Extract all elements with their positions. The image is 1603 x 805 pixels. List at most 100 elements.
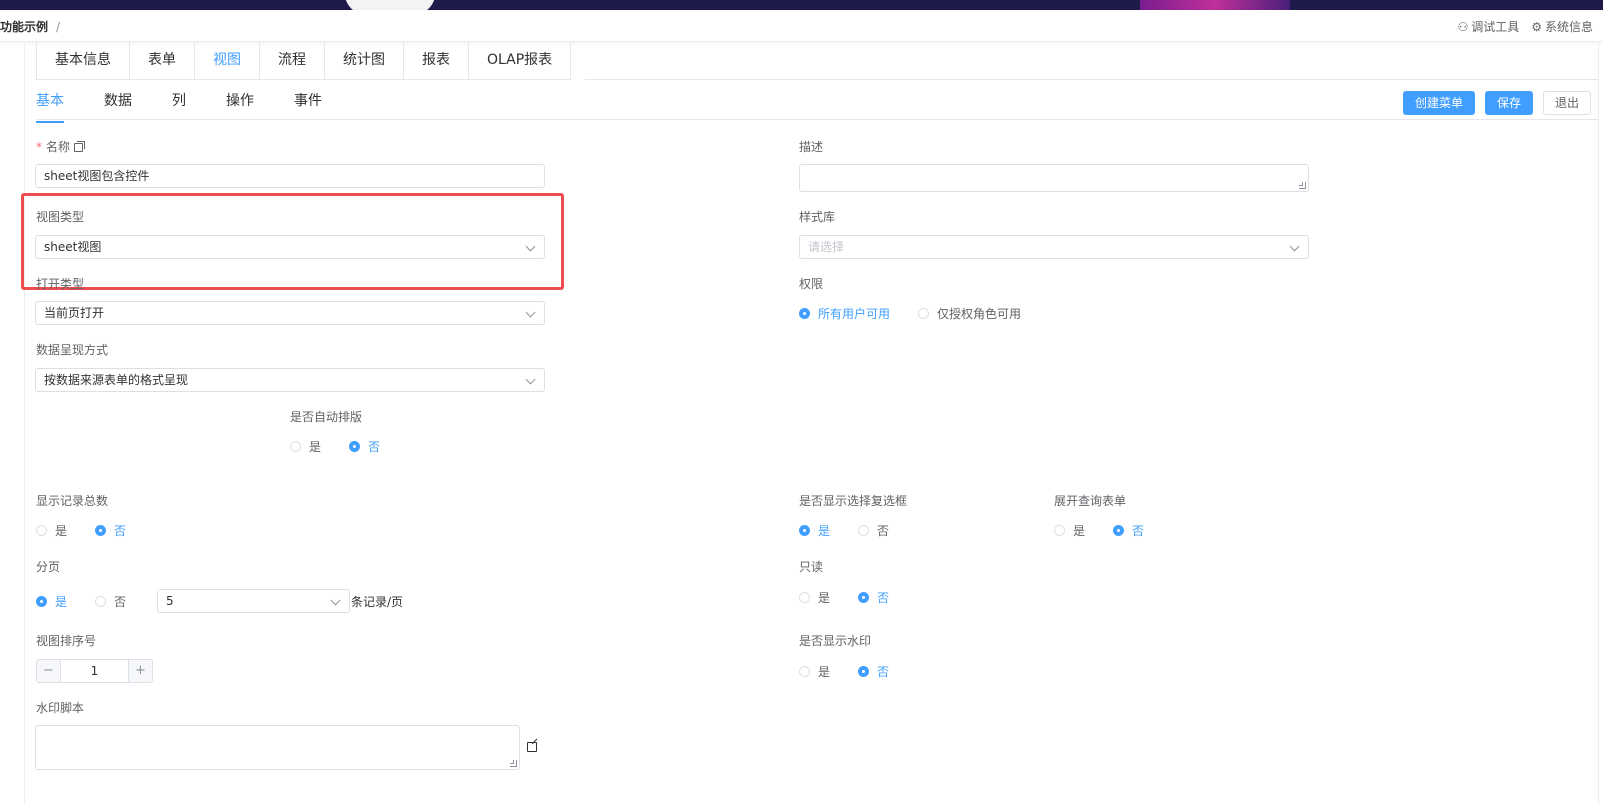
auto-layout-yes-radio[interactable]: 是 bbox=[290, 438, 321, 455]
action-bar: 创建菜单 保存 退出 bbox=[1402, 91, 1591, 115]
radio-dot bbox=[799, 308, 810, 319]
breadcrumb-separator: / bbox=[56, 20, 61, 34]
display-mode-label: 数据呈现方式 bbox=[36, 343, 109, 357]
paging-radio-group: 是 否 bbox=[36, 593, 154, 610]
bug-icon: ⚇ bbox=[1457, 19, 1469, 34]
radio-dot bbox=[858, 666, 870, 677]
show-watermark-yes-radio[interactable]: 是 bbox=[799, 663, 830, 680]
subtabs-divider bbox=[36, 119, 1598, 120]
tab-olap-report[interactable]: OLAP报表 bbox=[469, 42, 570, 79]
open-type-label: 打开类型 bbox=[36, 277, 85, 291]
subtab-columns[interactable]: 列 bbox=[172, 86, 186, 120]
radio-label: 所有用户可用 bbox=[818, 307, 891, 321]
decrement-button[interactable]: − bbox=[37, 660, 61, 682]
debug-tool-label: 调试工具 bbox=[1471, 20, 1520, 34]
display-mode-select[interactable]: 按数据来源表单的格式呈现 bbox=[35, 368, 545, 392]
subtab-events[interactable]: 事件 bbox=[294, 86, 322, 120]
show-checkbox-label: 是否显示选择复选框 bbox=[799, 494, 908, 508]
breadcrumb-item[interactable]: 功能示例 bbox=[0, 20, 48, 34]
name-label: * 名称 bbox=[36, 138, 86, 155]
sort-no-input[interactable]: 1 bbox=[61, 660, 128, 682]
permission-authorized-roles-radio[interactable]: 仅授权角色可用 bbox=[918, 305, 1021, 322]
tab-report[interactable]: 报表 bbox=[404, 42, 469, 79]
readonly-radio-group: 是 否 bbox=[799, 589, 917, 606]
radio-dot bbox=[36, 596, 47, 607]
system-info-label: 系统信息 bbox=[1544, 20, 1593, 34]
system-info-button[interactable]: ⚙ 系统信息 bbox=[1531, 18, 1593, 35]
debug-tool-button[interactable]: ⚇ 调试工具 bbox=[1457, 18, 1519, 35]
radio-dot bbox=[858, 592, 870, 603]
radio-label: 否 bbox=[368, 440, 381, 454]
radio-dot bbox=[1113, 525, 1125, 536]
header-tools: ⚇ 调试工具 ⚙ 系统信息 bbox=[1457, 18, 1593, 35]
resize-handle[interactable] bbox=[510, 760, 517, 767]
radio-label: 是 bbox=[818, 524, 831, 538]
readonly-no-radio[interactable]: 否 bbox=[858, 589, 889, 606]
chevron-down-icon bbox=[525, 307, 536, 318]
radio-dot bbox=[918, 308, 930, 319]
tab-view[interactable]: 视图 bbox=[195, 42, 260, 79]
permission-all-users-radio[interactable]: 所有用户可用 bbox=[799, 305, 890, 322]
subtab-data[interactable]: 数据 bbox=[104, 86, 132, 120]
auto-layout-no-radio[interactable]: 否 bbox=[349, 438, 380, 455]
radio-label: 否 bbox=[114, 595, 127, 609]
watermark-script-textarea[interactable] bbox=[35, 725, 520, 770]
subtab-operations[interactable]: 操作 bbox=[226, 86, 254, 120]
exit-button[interactable]: 退出 bbox=[1542, 91, 1591, 115]
show-total-yes-radio[interactable]: 是 bbox=[36, 522, 67, 539]
show-checkbox-yes-radio[interactable]: 是 bbox=[799, 522, 830, 539]
radio-dot bbox=[799, 592, 810, 603]
tab-chart[interactable]: 统计图 bbox=[325, 42, 404, 79]
style-library-select[interactable]: 请选择 bbox=[799, 235, 1309, 259]
create-menu-button[interactable]: 创建菜单 bbox=[1402, 91, 1475, 115]
radio-label: 否 bbox=[877, 591, 890, 605]
radio-label: 是 bbox=[55, 595, 68, 609]
required-mark: * bbox=[36, 140, 42, 154]
radio-dot bbox=[95, 525, 107, 536]
display-mode-value: 按数据来源表单的格式呈现 bbox=[44, 373, 189, 387]
expand-query-no-radio[interactable]: 否 bbox=[1113, 522, 1144, 539]
expand-query-radio-group: 是 否 bbox=[1054, 522, 1172, 539]
radio-label: 否 bbox=[877, 524, 890, 538]
page-size-select[interactable]: 5 bbox=[157, 589, 350, 613]
readonly-yes-radio[interactable]: 是 bbox=[799, 589, 830, 606]
radio-label: 是 bbox=[1073, 524, 1086, 538]
resize-handle[interactable] bbox=[1299, 182, 1306, 189]
show-watermark-no-radio[interactable]: 否 bbox=[858, 663, 889, 680]
edit-icon[interactable] bbox=[527, 742, 537, 752]
show-checkbox-no-radio[interactable]: 否 bbox=[858, 522, 889, 539]
sort-no-label: 视图排序号 bbox=[36, 634, 97, 648]
permission-radio-group: 所有用户可用 仅授权角色可用 bbox=[799, 305, 1049, 322]
auto-layout-radio-group: 是 否 bbox=[290, 438, 408, 455]
chevron-down-icon bbox=[525, 374, 536, 385]
save-button[interactable]: 保存 bbox=[1484, 91, 1533, 115]
expand-query-yes-radio[interactable]: 是 bbox=[1054, 522, 1085, 539]
show-total-no-radio[interactable]: 否 bbox=[95, 522, 126, 539]
radio-label: 是 bbox=[818, 591, 831, 605]
subtab-basic[interactable]: 基本 bbox=[36, 86, 64, 123]
paging-no-radio[interactable]: 否 bbox=[95, 593, 126, 610]
paging-yes-radio[interactable]: 是 bbox=[36, 593, 67, 610]
tab-basic-info[interactable]: 基本信息 bbox=[37, 42, 130, 79]
name-input[interactable]: sheet视图包含控件 bbox=[35, 164, 545, 188]
tab-flow[interactable]: 流程 bbox=[260, 42, 325, 79]
readonly-label: 只读 bbox=[799, 560, 824, 574]
content-border-left bbox=[24, 42, 25, 805]
radio-dot bbox=[36, 525, 47, 536]
radio-label: 是 bbox=[818, 665, 831, 679]
radio-dot bbox=[799, 525, 810, 536]
expand-query-label: 展开查询表单 bbox=[1054, 494, 1127, 508]
copy-icon[interactable] bbox=[74, 141, 86, 152]
description-textarea[interactable] bbox=[799, 164, 1309, 192]
sub-tabs: 基本 数据 列 操作 事件 bbox=[36, 86, 362, 123]
breadcrumb: 功能示例 / bbox=[0, 18, 60, 35]
show-total-label: 显示记录总数 bbox=[36, 494, 109, 508]
highlight-box bbox=[21, 193, 564, 290]
radio-label: 否 bbox=[877, 665, 890, 679]
gear-icon: ⚙ bbox=[1531, 19, 1542, 34]
open-type-select[interactable]: 当前页打开 bbox=[35, 301, 545, 325]
watermark-script-label: 水印脚本 bbox=[36, 701, 85, 715]
increment-button[interactable]: + bbox=[128, 660, 152, 682]
tab-form[interactable]: 表单 bbox=[130, 42, 195, 79]
sort-no-stepper: − 1 + bbox=[36, 659, 153, 683]
